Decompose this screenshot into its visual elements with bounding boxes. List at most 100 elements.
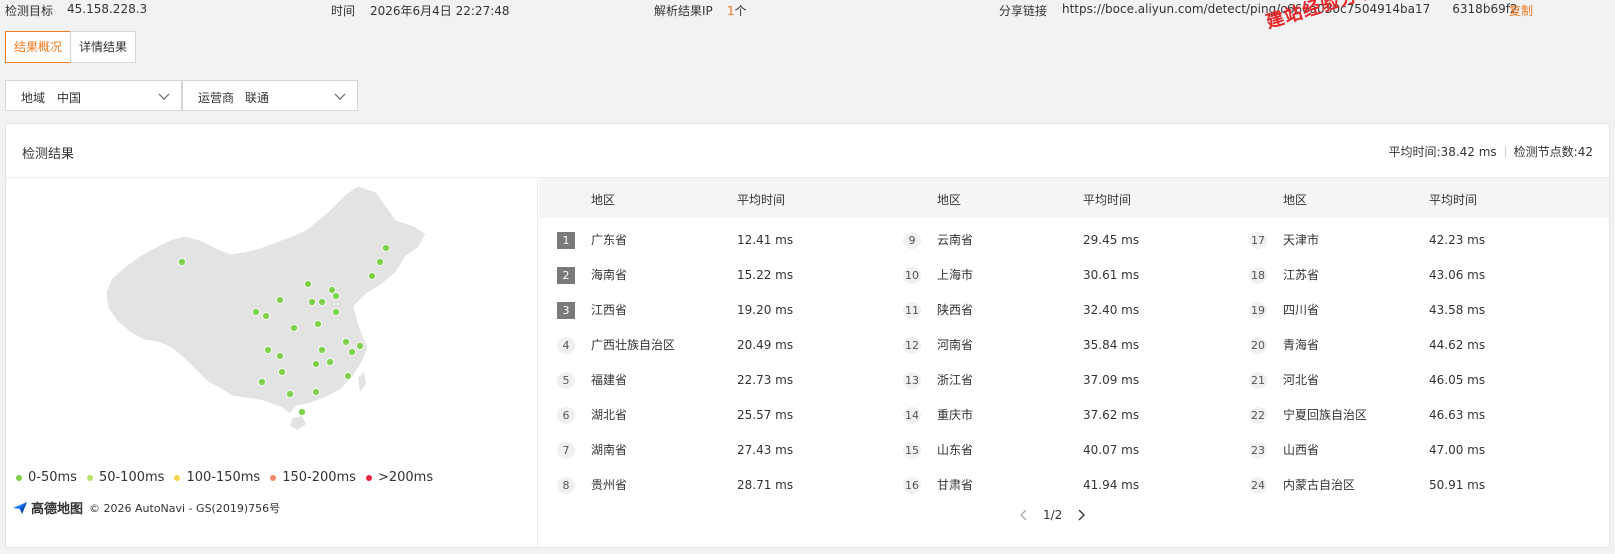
- probe-node-marker[interactable]: [290, 324, 298, 332]
- legend-item[interactable]: 50-100ms: [86, 470, 165, 485]
- region-cell: 云南省: [937, 233, 974, 247]
- region-cell: 山东省: [937, 443, 974, 457]
- legend-item[interactable]: >200ms: [365, 470, 433, 485]
- avg-time-cell: 25.57 ms: [737, 408, 794, 422]
- column-header-avg-time: 平均时间: [737, 193, 786, 207]
- share-label: 分享链接: [999, 4, 1048, 18]
- legend-dot-icon: [86, 474, 93, 481]
- average-time: 平均时间:38.42 ms: [1388, 145, 1497, 159]
- legend-item[interactable]: 100-150ms: [174, 470, 260, 485]
- region-cell: 四川省: [1283, 303, 1320, 317]
- legend-label: 0-50ms: [28, 470, 77, 485]
- page-indicator: 1/2: [1043, 508, 1063, 522]
- probe-node-marker[interactable]: [178, 258, 186, 266]
- region-cell: 河南省: [937, 338, 974, 352]
- probe-node-marker[interactable]: [376, 258, 384, 266]
- map-attribution: 高德地图 © 2026 AutoNavi - GS(2019)756号: [12, 498, 280, 517]
- table-row: 4 广西壮族自治区 20.49 ms 12 河南省 35.84 ms 20 青海省 44.62 …: [539, 328, 1609, 363]
- ip-count-group[interactable]: 1个: [727, 2, 747, 19]
- map-area: 0-50ms 50-100ms 100-150ms 150-200ms >200…: [6, 178, 538, 549]
- column-header-region: 地区: [937, 193, 962, 207]
- probe-node-marker[interactable]: [356, 342, 364, 350]
- probe-node-marker[interactable]: [278, 368, 286, 376]
- panel-stats: 平均时间:38.42 ms 检测节点数:42: [1389, 143, 1593, 160]
- region-select-value: 中国: [57, 91, 82, 105]
- region-cell: 江西省: [591, 303, 628, 317]
- rank-badge: 7: [557, 442, 575, 459]
- probe-node-marker[interactable]: [312, 388, 320, 396]
- probe-node-marker[interactable]: [276, 296, 284, 304]
- avg-time-cell: 15.22 ms: [737, 268, 794, 282]
- avg-time-cell: 41.94 ms: [1083, 478, 1140, 492]
- probe-node-marker[interactable]: [264, 346, 272, 354]
- probe-node-marker[interactable]: [344, 372, 352, 380]
- legend-label: 50-100ms: [98, 470, 165, 485]
- chevron-left-icon[interactable]: [1017, 508, 1031, 522]
- table-row: 2 海南省 15.22 ms 10 上海市 30.61 ms 18 江苏省 43.06 ms: [539, 258, 1609, 293]
- probe-node-marker[interactable]: [252, 308, 260, 316]
- probe-node-marker[interactable]: [258, 378, 266, 386]
- probe-node-marker[interactable]: [332, 292, 340, 300]
- probe-node-marker[interactable]: [318, 346, 326, 354]
- rank-badge: 12: [903, 337, 921, 354]
- probe-node-marker[interactable]: [262, 312, 270, 320]
- legend-item[interactable]: 0-50ms: [16, 470, 77, 485]
- probe-node-marker[interactable]: [382, 244, 390, 252]
- chevron-down-icon: [334, 93, 346, 100]
- probe-node-marker[interactable]: [332, 308, 340, 316]
- region-cell: 湖北省: [591, 408, 628, 422]
- avg-time-cell: 47.00 ms: [1429, 443, 1486, 457]
- rank-badge: 18: [1249, 267, 1267, 284]
- avg-time-cell: 19.20 ms: [737, 303, 794, 317]
- probe-node-marker[interactable]: [314, 320, 322, 328]
- ip-unit: 个: [734, 4, 747, 18]
- avg-time-cell: 22.73 ms: [737, 373, 794, 387]
- rank-badge: 6: [557, 407, 575, 424]
- probe-node-marker[interactable]: [342, 338, 350, 346]
- copy-link-button[interactable]: 复制: [1509, 2, 1533, 19]
- probe-node-marker[interactable]: [286, 390, 294, 398]
- time-value: 2026年6月4日 22:27:48: [370, 4, 510, 18]
- probe-node-marker[interactable]: [298, 408, 306, 416]
- region-select[interactable]: 地域 中国: [5, 80, 182, 111]
- tab-detail-results[interactable]: 详情结果: [70, 31, 137, 63]
- rank-badge: 24: [1249, 477, 1267, 494]
- amap-logo-icon: [13, 501, 27, 514]
- probe-node-marker[interactable]: [318, 298, 326, 306]
- result-tabs: 结果概况 详情结果: [5, 31, 137, 63]
- table-row: 1 广东省 12.41 ms 9 云南省 29.45 ms 17 天津市 42.23 ms: [539, 223, 1609, 258]
- probe-node-marker[interactable]: [326, 358, 334, 366]
- probe-node-marker[interactable]: [276, 352, 284, 360]
- probe-node-marker[interactable]: [304, 280, 312, 288]
- china-map[interactable]: [96, 182, 436, 432]
- pagination: 1/2: [1017, 508, 1088, 522]
- avg-time-cell: 37.09 ms: [1083, 373, 1140, 387]
- china-map-shape: [105, 185, 427, 415]
- avg-time-cell: 20.49 ms: [737, 338, 794, 352]
- avg-time-cell: 46.63 ms: [1429, 408, 1486, 422]
- tab-result-overview[interactable]: 结果概况: [5, 31, 72, 63]
- legend-label: 150-200ms: [282, 470, 356, 485]
- amap-brand: 高德地图: [31, 502, 84, 517]
- rank-badge: 5: [557, 372, 575, 389]
- table-row: 3 江西省 19.20 ms 11 陕西省 32.40 ms 19 四川省 43.58 ms: [539, 293, 1609, 328]
- isp-select[interactable]: 运营商 联通: [182, 80, 358, 111]
- table-row: 6 湖北省 25.57 ms 14 重庆市 37.62 ms 22 宁夏回族自治区 46.63 …: [539, 398, 1609, 433]
- region-cell: 广东省: [591, 233, 628, 247]
- table-header: 地区 平均时间 地区 平均时间 地区 平均时间: [539, 178, 1609, 218]
- taiwan-island-shape: [358, 372, 366, 392]
- region-cell: 内蒙古自治区: [1283, 478, 1356, 492]
- chevron-right-icon[interactable]: [1074, 508, 1088, 522]
- rank-badge: 21: [1249, 372, 1267, 389]
- probe-node-marker[interactable]: [312, 360, 320, 368]
- avg-time-cell: 43.58 ms: [1429, 303, 1486, 317]
- region-select-label: 地域: [21, 91, 46, 105]
- region-cell: 湖南省: [591, 443, 628, 457]
- legend-item[interactable]: 150-200ms: [270, 470, 356, 485]
- avg-time-cell: 43.06 ms: [1429, 268, 1486, 282]
- ip-count[interactable]: 1: [727, 4, 735, 18]
- probe-node-marker[interactable]: [308, 298, 316, 306]
- node-count: 检测节点数:42: [1513, 145, 1593, 159]
- probe-node-marker[interactable]: [348, 348, 356, 356]
- probe-node-marker[interactable]: [368, 272, 376, 280]
